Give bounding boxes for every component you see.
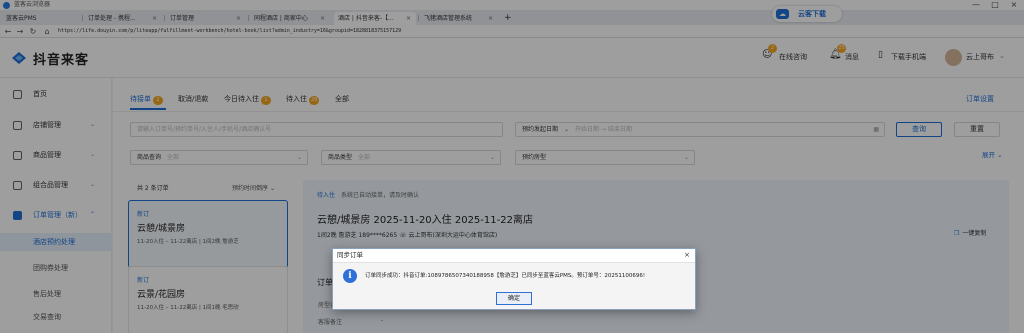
ok-button[interactable]: 确定 bbox=[496, 292, 532, 305]
dialog-body: i 订单同步成功：抖音订单:1089786507340188958【詹游芝】已同… bbox=[333, 262, 695, 309]
sync-order-dialog: 同步订单 × i 订单同步成功：抖音订单:1089786507340188958… bbox=[332, 248, 696, 310]
dialog-title: 同步订单 bbox=[333, 249, 695, 262]
close-icon[interactable]: × bbox=[681, 249, 693, 262]
dialog-message: 订单同步成功：抖音订单:1089786507340188958【詹游芝】已同步至… bbox=[365, 273, 646, 279]
info-icon: i bbox=[343, 269, 357, 283]
